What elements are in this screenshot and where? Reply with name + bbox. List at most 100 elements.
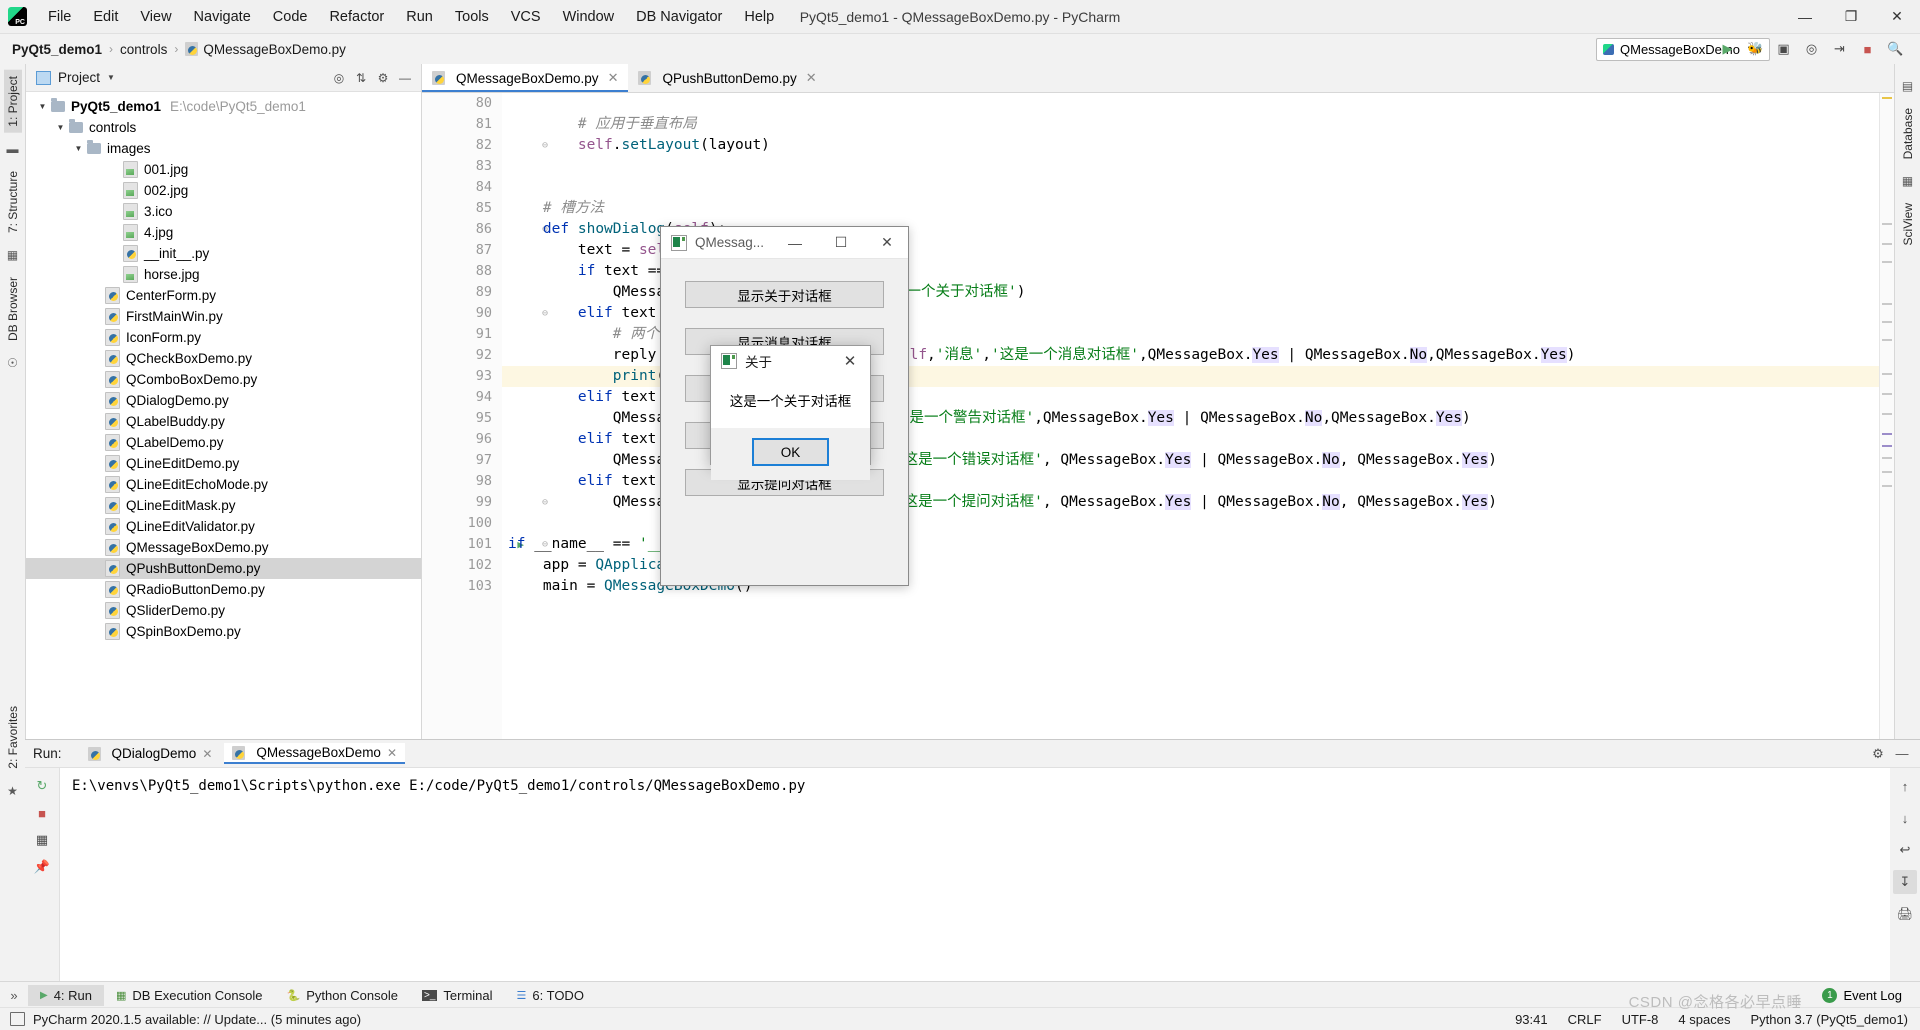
tree-item[interactable]: QLineEditValidator.py <box>26 516 421 537</box>
expand-more-icon[interactable]: » <box>0 988 28 1003</box>
rail-tab-structure[interactable]: 7: Structure <box>4 165 22 239</box>
close-icon[interactable]: ✕ <box>608 70 619 86</box>
qt-window-controls[interactable]: — ☐ ✕ <box>772 227 910 258</box>
bottom-tab-run[interactable]: ▶ 4: Run <box>28 984 105 1006</box>
tree-item[interactable]: 001.jpg <box>26 159 421 180</box>
pin-icon[interactable]: 📌 <box>30 855 54 879</box>
caret-position[interactable]: 93:41 <box>1515 1012 1548 1027</box>
gear-icon[interactable]: ⚙ <box>1868 744 1888 764</box>
tree-item[interactable]: QDialogDemo.py <box>26 390 421 411</box>
rail-tab-project[interactable]: 1: Project <box>3 70 22 133</box>
twisty-expanded-icon[interactable]: ▼ <box>70 144 87 153</box>
maximize-button[interactable]: ❐ <box>1828 0 1874 33</box>
tree-item[interactable]: QRadioButtonDemo.py <box>26 579 421 600</box>
stop-icon[interactable]: ■ <box>30 801 54 825</box>
restore-layout-icon[interactable]: ▦ <box>30 828 54 852</box>
about-dialog-titlebar[interactable]: 关于 ✕ <box>711 346 870 376</box>
close-icon[interactable]: ✕ <box>387 746 397 760</box>
run-icon[interactable]: ▶ <box>1719 41 1736 58</box>
tree-item[interactable]: QLabelBuddy.py <box>26 411 421 432</box>
tree-item[interactable]: ▼ PyQt5_demo1 E:\code\PyQt5_demo1 <box>26 96 421 117</box>
menu-run[interactable]: Run <box>395 5 444 29</box>
tree-item[interactable]: QLineEditMask.py <box>26 495 421 516</box>
menu-bar[interactable]: File Edit View Navigate Code Refactor Ru… <box>37 5 785 29</box>
bottom-tab-terminal[interactable]: >_ Terminal <box>410 985 505 1006</box>
bottom-tab-todo[interactable]: ☰ 6: TODO <box>505 985 596 1006</box>
twisty-expanded-icon[interactable]: ▼ <box>34 102 51 111</box>
close-icon[interactable]: ✕ <box>202 747 212 761</box>
about-ok-button[interactable]: OK <box>752 438 829 466</box>
file-encoding[interactable]: UTF-8 <box>1622 1012 1659 1027</box>
about-dialog[interactable]: 关于 ✕ 这是一个关于对话框 OK <box>710 345 871 480</box>
tree-item[interactable]: 4.jpg <box>26 222 421 243</box>
code-line[interactable] <box>502 93 1879 114</box>
menu-navigate[interactable]: Navigate <box>183 5 262 29</box>
tree-item[interactable]: __init__.py <box>26 243 421 264</box>
breadcrumb-file[interactable]: QMessageBoxDemo.py <box>185 42 346 57</box>
debug-icon[interactable]: 🐝 <box>1747 41 1764 58</box>
tree-item[interactable]: horse.jpg <box>26 264 421 285</box>
qt-maximize-button[interactable]: ☐ <box>818 227 864 258</box>
tree-item[interactable]: IconForm.py <box>26 327 421 348</box>
bottom-tab-python-console[interactable]: 🐍 Python Console <box>275 985 410 1006</box>
tree-item[interactable]: QSpinBoxDemo.py <box>26 621 421 642</box>
window-controls[interactable]: — ❐ ✕ <box>1782 0 1920 33</box>
bottom-tab-db-execution-console[interactable]: ▦ DB Execution Console <box>104 985 274 1006</box>
profile-icon[interactable]: ◎ <box>1803 41 1820 58</box>
rail-tab-favorites[interactable]: 2: Favorites <box>4 700 22 775</box>
hide-panel-icon[interactable]: — <box>1892 744 1912 764</box>
coverage-icon[interactable]: ▣ <box>1775 41 1792 58</box>
print-icon[interactable]: 🖨 <box>1893 902 1917 926</box>
code-line[interactable] <box>502 156 1879 177</box>
tree-item[interactable]: CenterForm.py <box>26 285 421 306</box>
menu-tools[interactable]: Tools <box>444 5 500 29</box>
menu-edit[interactable]: Edit <box>82 5 129 29</box>
close-icon[interactable]: ✕ <box>806 70 817 86</box>
menu-help[interactable]: Help <box>733 5 785 29</box>
about-close-button[interactable]: ✕ <box>830 346 870 376</box>
close-button[interactable]: ✕ <box>1874 0 1920 33</box>
minimize-button[interactable]: — <box>1782 0 1828 33</box>
code-line[interactable] <box>502 177 1879 198</box>
tree-item[interactable]: 3.ico <box>26 201 421 222</box>
collapse-all-icon[interactable]: ⇅ <box>351 68 371 88</box>
menu-window[interactable]: Window <box>552 5 626 29</box>
scroll-to-end-icon[interactable]: ↧ <box>1893 870 1917 894</box>
scroll-down-icon[interactable]: ↓ <box>1893 806 1917 830</box>
chevron-down-icon[interactable]: ▼ <box>107 73 115 82</box>
code-line[interactable]: # 应用于垂直布局 <box>502 114 1879 135</box>
twisty-expanded-icon[interactable]: ▼ <box>52 123 69 132</box>
tab-qpushbuttondemo[interactable]: QPushButtonDemo.py ✕ <box>628 64 826 92</box>
line-separator[interactable]: CRLF <box>1568 1012 1602 1027</box>
attach-icon[interactable]: ⇥ <box>1831 41 1848 58</box>
tree-item[interactable]: 002.jpg <box>26 180 421 201</box>
qt-minimize-button[interactable]: — <box>772 227 818 258</box>
run-tab-qdialogdemo[interactable]: QDialogDemo ✕ <box>80 744 221 763</box>
tree-item[interactable]: QCheckBoxDemo.py <box>26 348 421 369</box>
gear-icon[interactable]: ⚙ <box>373 68 393 88</box>
notification-icon[interactable] <box>10 1012 25 1026</box>
tree-item[interactable]: QPushButtonDemo.py <box>26 558 421 579</box>
menu-code[interactable]: Code <box>262 5 319 29</box>
hide-panel-icon[interactable]: — <box>395 68 415 88</box>
menu-refactor[interactable]: Refactor <box>318 5 395 29</box>
console-output[interactable]: E:\venvs\PyQt5_demo1\Scripts\python.exe … <box>60 768 1890 982</box>
tree-item[interactable]: QComboBoxDemo.py <box>26 369 421 390</box>
menu-db-navigator[interactable]: DB Navigator <box>625 5 733 29</box>
menu-vcs[interactable]: VCS <box>500 5 552 29</box>
tree-item[interactable]: ▼ controls <box>26 117 421 138</box>
breadcrumb-controls[interactable]: controls <box>120 42 167 57</box>
search-icon[interactable]: 🔍 <box>1887 41 1904 58</box>
tree-item[interactable]: QSliderDemo.py <box>26 600 421 621</box>
run-tab-qmessageboxdemo[interactable]: QMessageBoxDemo ✕ <box>224 743 406 764</box>
tree-item[interactable]: ▼ images <box>26 138 421 159</box>
tree-item[interactable]: QLineEditEchoMode.py <box>26 474 421 495</box>
code-line[interactable]: # 槽方法 <box>502 198 1879 219</box>
menu-file[interactable]: File <box>37 5 82 29</box>
breadcrumb-project[interactable]: PyQt5_demo1 <box>12 42 102 57</box>
rail-tab-sciview[interactable]: SciView <box>1899 197 1917 251</box>
event-log-button[interactable]: 1 Event Log <box>1822 987 1920 1003</box>
show-about-dialog-button[interactable]: 显示关于对话框 <box>685 281 884 308</box>
rerun-icon[interactable]: ↻ <box>30 774 54 798</box>
python-interpreter[interactable]: Python 3.7 (PyQt5_demo1) <box>1750 1012 1908 1027</box>
